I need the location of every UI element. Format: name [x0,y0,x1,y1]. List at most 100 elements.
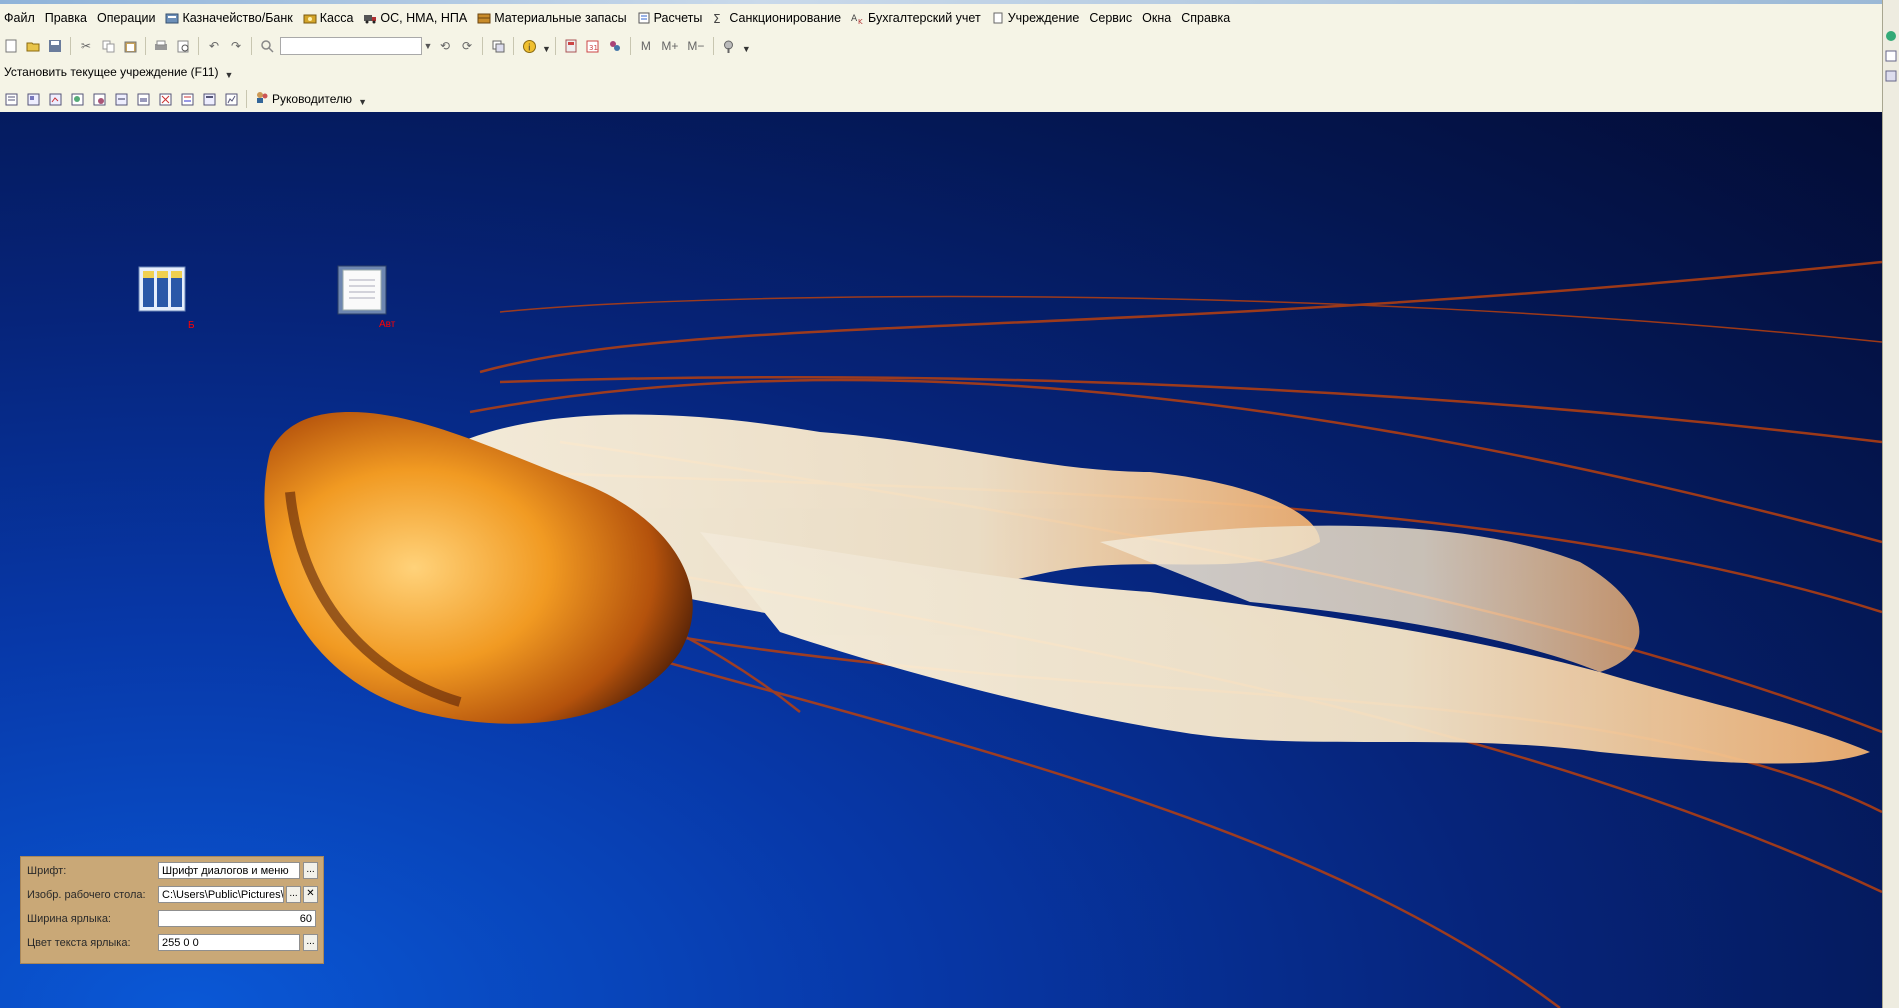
calculations-icon [637,12,651,24]
cash-icon [303,12,317,24]
chevron-down-icon[interactable]: ▼ [358,97,367,107]
menu-institution-label: Учреждение [1007,11,1080,25]
shortcut-label: Б [188,320,195,331]
menu-sanction-label: Санкционирование [729,11,842,25]
side-panel-icon[interactable] [1885,70,1897,83]
desktop-shortcut[interactable]: Авт [337,265,395,330]
chevron-down-icon[interactable]: ▼ [224,70,233,80]
font-select-button[interactable]: ... [303,862,318,879]
find-next-icon[interactable]: ⟲ [436,37,454,55]
svg-text:K: K [858,18,863,24]
report-icon[interactable] [178,90,196,108]
menu-materials-label: Материальные запасы [494,11,627,25]
manager-icon [255,91,269,107]
svg-text:i: i [528,43,531,53]
color-select-button[interactable]: ... [303,934,318,951]
memory-m-button[interactable]: M [637,37,655,55]
menu-cash-label: Касса [319,11,354,25]
copy-icon[interactable] [99,37,117,55]
property-row-shortcut-width: Ширина ярлыка: 60 [21,909,323,931]
menu-windows[interactable]: Окна [1138,9,1177,27]
menu-help[interactable]: Справка [1177,9,1236,27]
report-icon[interactable] [134,90,152,108]
wallpaper-path-field[interactable]: C:\Users\Public\Pictures\Sample Pictures… [158,886,284,903]
clear-icon[interactable]: ✕ [303,886,318,903]
menu-cash[interactable]: Касса [299,9,360,27]
tools-icon[interactable] [720,37,738,55]
report-icon[interactable] [200,90,218,108]
shortcut-width-field[interactable]: 60 [158,910,316,927]
side-panel-icon[interactable] [1885,30,1897,43]
chevron-down-icon[interactable]: ▼ [542,44,551,54]
print-icon[interactable] [152,37,170,55]
menu-accounting[interactable]: AK Бухгалтерский учет [847,9,987,27]
search-icon[interactable] [258,37,276,55]
property-row-font: Шрифт: Шрифт диалогов и меню ... [21,861,323,883]
paste-icon[interactable] [121,37,139,55]
menu-assets-label: ОС, НМА, НПА [380,11,468,25]
report-icon[interactable] [46,90,64,108]
print-preview-icon[interactable] [174,37,192,55]
journal-columns-icon [138,266,186,315]
side-panel-icon[interactable] [1885,50,1897,63]
set-institution-button[interactable]: Установить текущее учреждение (F11) [0,65,222,79]
chevron-down-icon[interactable]: ▼ [742,44,751,54]
wallpaper-label: Изобр. рабочего стола: [27,889,146,901]
report-icon[interactable] [68,90,86,108]
menu-institution[interactable]: Учреждение [987,9,1086,27]
svg-text:Σ: Σ [713,12,721,24]
report-icon[interactable] [24,90,42,108]
manager-button[interactable]: Руководителю [251,91,356,107]
toolbar-separator [246,90,247,108]
memory-plus-button[interactable]: M+ [659,37,681,55]
info-icon[interactable]: i [520,37,538,55]
toolbar-separator [70,37,71,55]
report-icon[interactable] [156,90,174,108]
svg-text:A: A [851,14,858,24]
menu-edit-label: Правка [44,11,87,25]
calculator-icon[interactable] [562,37,580,55]
chevron-down-icon[interactable]: ▼ [422,37,434,55]
menu-calculations[interactable]: Расчеты [633,9,709,27]
new-icon[interactable] [2,37,20,55]
reports-toolbar: Руководителю ▼ [0,87,367,111]
menu-assets[interactable]: ОС, НМА, НПА [359,9,473,27]
windows-icon[interactable] [489,37,507,55]
save-icon[interactable] [46,37,64,55]
redo-icon[interactable]: ↷ [227,37,245,55]
menu-edit[interactable]: Правка [41,9,93,27]
menu-file[interactable]: Файл [0,9,41,27]
menu-sanction[interactable]: Σ Санкционирование [708,9,847,27]
standard-toolbar: ✂ ↶ ↷ ▼ ⟲ ⟳ i ▼ 31 M M+ M− ▼ [0,34,751,58]
shortcut-color-field[interactable]: 255 0 0 [158,934,300,951]
undo-icon[interactable]: ↶ [205,37,223,55]
menu-treasury[interactable]: Казначейство/Банк [161,9,298,27]
report-icon[interactable] [2,90,20,108]
property-row-wallpaper: Изобр. рабочего стола: C:\Users\Public\P… [21,885,323,907]
svg-text:31: 31 [589,44,598,52]
memory-minus-button[interactable]: M− [685,37,707,55]
toolbar-separator [629,37,631,55]
shortcut-color-label: Цвет текста ярлыка: [27,937,131,949]
find-prev-icon[interactable]: ⟳ [458,37,476,55]
search-combo-input[interactable] [280,37,422,55]
calendar-icon[interactable]: 31 [584,37,602,55]
menu-materials[interactable]: Материальные запасы [473,9,632,27]
font-field[interactable]: Шрифт диалогов и меню [158,862,300,879]
menu-operations[interactable]: Операции [93,9,161,27]
menu-service[interactable]: Сервис [1085,9,1138,27]
report-icon[interactable] [112,90,130,108]
cut-icon[interactable]: ✂ [77,37,95,55]
wallpaper-select-button[interactable]: ... [286,886,301,903]
shortcut-width-label: Ширина ярлыка: [27,913,111,925]
property-row-shortcut-color: Цвет текста ярлыка: 255 0 0 ... [21,933,323,955]
menu-service-label: Сервис [1089,11,1133,25]
menu-calculations-label: Расчеты [653,11,703,25]
report-icon[interactable] [222,90,240,108]
report-icon[interactable] [90,90,108,108]
open-folder-icon[interactable] [24,37,42,55]
desktop-shortcut[interactable]: Б [138,266,195,331]
menu-accounting-label: Бухгалтерский учет [868,11,981,25]
users-icon[interactable] [606,37,624,55]
toolbar-separator [712,37,714,55]
